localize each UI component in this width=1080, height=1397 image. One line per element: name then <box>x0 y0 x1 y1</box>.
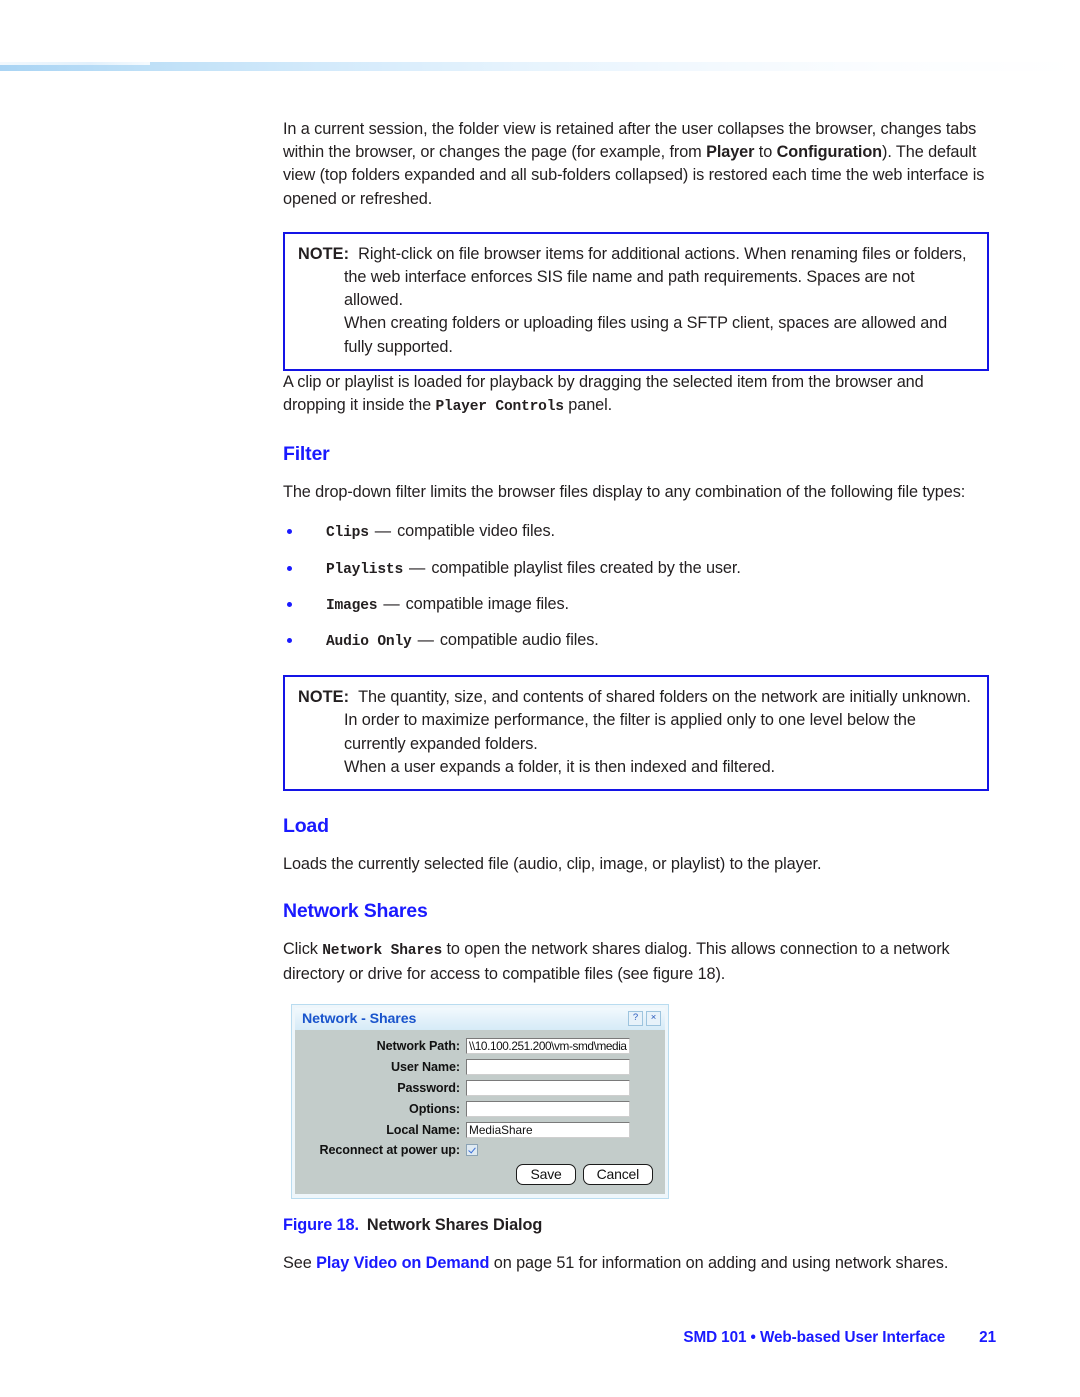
reconnect-label: Reconnect at power up: <box>319 1142 460 1157</box>
cancel-button[interactable]: Cancel <box>582 1163 653 1185</box>
note1-label: NOTE: <box>298 244 350 263</box>
field-row-password: Password: <box>303 1079 655 1096</box>
local-name-label: Local Name: <box>386 1122 460 1137</box>
note2-label: NOTE: <box>298 688 350 707</box>
list-item: Images — compatible image files. <box>283 593 989 618</box>
field-row-user-name: User Name: <box>303 1058 655 1075</box>
options-input[interactable] <box>466 1100 630 1117</box>
help-icon[interactable]: ? <box>628 1011 643 1027</box>
intro-text-mid: to <box>754 143 777 162</box>
note2-paragraph-1: NOTE: The quantity, size, and contents of… <box>298 686 975 756</box>
field-row-reconnect: Reconnect at power up: <box>303 1143 655 1157</box>
page-footer: SMD 101 • Web-based User Interface 21 <box>0 1329 1080 1347</box>
filter-desc-playlists: compatible playlist files created by the… <box>431 558 741 577</box>
heading-network-shares: Network Shares <box>283 900 428 923</box>
local-name-input[interactable]: MediaShare <box>466 1121 630 1138</box>
field-row-local-name: Local Name: MediaShare <box>303 1121 655 1138</box>
intro-bold-player: Player <box>706 143 755 162</box>
note2-text-1: The quantity, size, and contents of shar… <box>344 688 971 753</box>
dialog-title: Network - Shares <box>302 1010 417 1027</box>
dialog-body: Network Path: \\10.100.251.200\vm-smd\me… <box>295 1029 665 1194</box>
see-also-after: on page 51 for information on adding and… <box>489 1253 949 1272</box>
bullet-dot-icon <box>287 565 292 571</box>
filter-dash-3: — <box>417 631 434 650</box>
options-label: Options: <box>409 1101 460 1116</box>
figure-number: Figure 18. <box>283 1215 359 1234</box>
see-also-before: See <box>283 1253 317 1272</box>
intro-bold-configuration: Configuration <box>776 143 883 162</box>
player-controls-mono: Player Controls <box>435 399 564 416</box>
note1-text-1: Right-click on file browser items for ad… <box>344 244 967 310</box>
dialog-title-bar: Network - Shares ? × <box>295 1007 665 1030</box>
filter-term-clips: Clips <box>326 525 369 542</box>
filter-term-audio-only: Audio Only <box>326 634 412 651</box>
bullet-dot-icon <box>287 529 292 535</box>
filter-type-list: Clips — compatible video files. Playlists —… <box>283 520 989 654</box>
page-number: 21 <box>979 1329 996 1346</box>
header-gradient-band <box>0 62 1080 71</box>
note1-paragraph-1: NOTE: Right-click on file browser items f… <box>298 243 975 313</box>
reconnect-checkbox[interactable] <box>466 1143 478 1156</box>
user-name-input[interactable] <box>466 1058 630 1075</box>
network-path-input[interactable]: \\10.100.251.200\vm-smd\media <box>466 1037 630 1054</box>
close-icon[interactable]: × <box>646 1011 661 1027</box>
filter-intro-paragraph: The drop-down filter limits the browser … <box>283 483 966 502</box>
figure-caption: Figure 18. Network Shares Dialog <box>283 1216 989 1235</box>
heading-load: Load <box>283 815 329 838</box>
filter-term-images: Images <box>326 597 378 614</box>
list-item: Playlists — compatible playlist files crea… <box>283 557 989 582</box>
network-shares-paragraph: Click Network Shares to open the network… <box>283 938 989 986</box>
filter-dash-1: — <box>409 558 426 577</box>
intro-paragraph: In a current session, the folder view is… <box>283 118 989 211</box>
load-paragraph: Loads the currently selected file (audio… <box>283 855 822 874</box>
list-item: Audio Only — compatible audio files. <box>283 629 989 654</box>
bullet-dot-icon <box>287 601 292 607</box>
field-row-network-path: Network Path: \\10.100.251.200\vm-smd\me… <box>303 1037 655 1054</box>
filter-dash-2: — <box>383 594 400 613</box>
note2-paragraph-2: When a user expands a folder, it is then… <box>344 757 775 776</box>
note1-paragraph-2: When creating folders or uploading files… <box>344 314 948 356</box>
filter-desc-clips: compatible video files. <box>397 522 555 541</box>
bullet-dot-icon <box>287 638 292 644</box>
ns-text-before: Click <box>283 940 323 959</box>
note-box-right-click: NOTE: Right-click on file browser items f… <box>283 231 989 371</box>
filter-desc-audio-only: compatible audio files. <box>439 631 599 650</box>
page-content: In a current session, the folder view is… <box>283 118 989 1275</box>
filter-dash-0: — <box>374 522 392 541</box>
see-also-paragraph: See Play Video on Demand on page 51 for … <box>283 1252 989 1275</box>
figure-18-image: Network - Shares ? × Network Path: \\10.… <box>291 1003 989 1199</box>
filter-term-playlists: Playlists <box>326 561 404 578</box>
drag-text-after: panel. <box>563 396 613 415</box>
play-video-on-demand-link[interactable]: Play Video on Demand <box>316 1254 489 1272</box>
network-path-label: Network Path: <box>376 1038 460 1053</box>
field-row-options: Options: <box>303 1100 655 1117</box>
network-shares-mono: Network Shares <box>322 943 443 960</box>
password-label: Password: <box>397 1080 460 1095</box>
figure-title: Network Shares Dialog <box>366 1215 543 1234</box>
password-input[interactable] <box>466 1079 630 1096</box>
heading-filter: Filter <box>283 443 330 466</box>
network-shares-dialog: Network - Shares ? × Network Path: \\10.… <box>291 1003 669 1199</box>
filter-desc-images: compatible image files. <box>405 594 569 613</box>
footer-text: SMD 101 • Web-based User Interface <box>683 1329 946 1346</box>
save-button[interactable]: Save <box>516 1163 576 1185</box>
drag-drop-paragraph: A clip or playlist is loaded for playbac… <box>283 371 989 419</box>
note-box-shared-folders: NOTE: The quantity, size, and contents of… <box>283 675 989 792</box>
header-gradient-highlight <box>0 62 150 65</box>
dialog-button-row: Save Cancel <box>303 1163 655 1185</box>
user-name-label: User Name: <box>391 1059 460 1074</box>
list-item: Clips — compatible video files. <box>283 520 989 545</box>
